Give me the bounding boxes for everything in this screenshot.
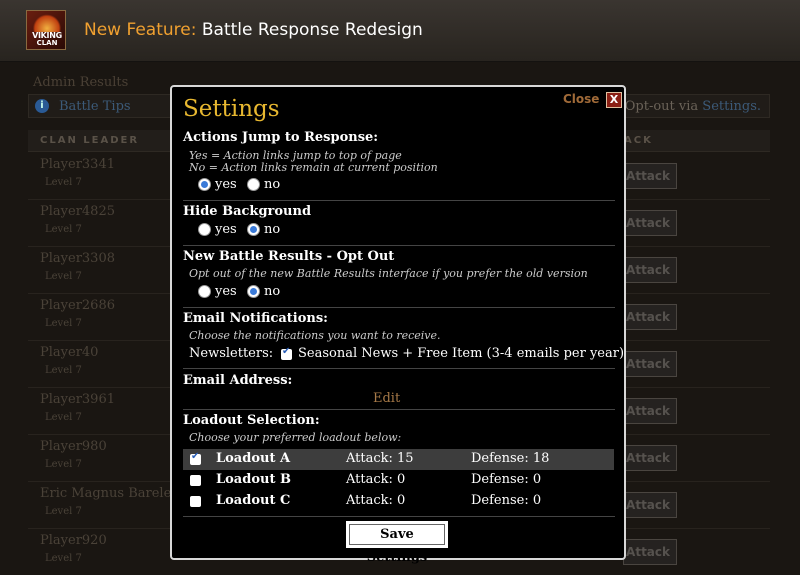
loadout-selection-title: Loadout Selection: [183, 413, 320, 428]
page-title: New Feature: Battle Response Redesign [84, 20, 423, 40]
actions-jump-yes-label: yes [215, 177, 237, 192]
player-name[interactable]: Player4825 [40, 204, 115, 219]
opt-out-no-radio[interactable] [247, 285, 260, 298]
attack-button[interactable]: Attack [623, 398, 677, 424]
divider [183, 307, 615, 308]
player-level: Level 7 [45, 412, 82, 423]
actions-jump-no-label: no [264, 177, 281, 192]
player-name[interactable]: Player40 [40, 345, 98, 360]
new-feature-label: New Feature: [84, 20, 197, 40]
hide-background-no-radio[interactable] [247, 223, 260, 236]
player-name[interactable]: Eric Magnus Barele [40, 486, 171, 501]
loadout-name: Loadout A [216, 451, 291, 466]
settings-link[interactable]: Settings. [702, 99, 761, 114]
flame-icon [33, 14, 61, 32]
divider [183, 245, 615, 246]
loadout-checkbox[interactable] [190, 496, 201, 507]
player-name[interactable]: Player3308 [40, 251, 115, 266]
save-settings-button[interactable]: Save Settings [346, 521, 448, 565]
attack-button[interactable]: Attack [623, 539, 677, 565]
loadout-name: Loadout C [216, 493, 291, 508]
email-notifications-title: Email Notifications: [183, 311, 328, 326]
newsletters-option-label: Seasonal News + Free Item (3-4 emails pe… [298, 346, 625, 361]
attack-button[interactable]: Attack [623, 210, 677, 236]
player-name[interactable]: Player920 [40, 533, 107, 548]
loadout-defense: Defense: 18 [471, 451, 550, 466]
attack-button[interactable]: Attack [623, 163, 677, 189]
divider [183, 516, 615, 517]
info-icon: i [35, 99, 49, 113]
hide-background-yes-label: yes [215, 222, 237, 237]
opt-out-yes-label: yes [215, 284, 237, 299]
loadout-attack: Attack: 0 [346, 472, 406, 487]
email-edit-link[interactable]: Edit [373, 391, 400, 406]
email-address-title: Email Address: [183, 373, 293, 388]
newsletters-label: Newsletters: [189, 346, 274, 361]
modal-title: Settings [183, 96, 280, 122]
player-level: Level 7 [45, 365, 82, 376]
loadout-selection-desc: Choose your preferred loadout below: [189, 431, 402, 444]
hide-background-title: Hide Background [183, 204, 312, 219]
attack-button[interactable]: Attack [623, 257, 677, 283]
player-level: Level 7 [45, 318, 82, 329]
loadout-defense: Defense: 0 [471, 472, 542, 487]
player-level: Level 7 [45, 459, 82, 470]
player-level: Level 7 [45, 224, 82, 235]
hide-background-yes-radio[interactable] [198, 223, 211, 236]
player-level: Level 7 [45, 271, 82, 282]
opt-out-no-label: no [264, 284, 281, 299]
admin-results-heading: Admin Results [33, 75, 129, 90]
opt-out-yes-radio[interactable] [198, 285, 211, 298]
loadout-row[interactable]: Loadout C Attack: 0 Defense: 0 [183, 491, 614, 512]
opt-out-title: New Battle Results - Opt Out [183, 249, 395, 264]
player-name[interactable]: Player2686 [40, 298, 115, 313]
actions-jump-desc-no: No = Action links remain at current posi… [189, 161, 438, 174]
loadout-attack: Attack: 15 [346, 451, 414, 466]
feature-title: Battle Response Redesign [201, 20, 423, 40]
newsletters-checkbox[interactable] [281, 346, 292, 360]
loadout-defense: Defense: 0 [471, 493, 542, 508]
attack-button[interactable]: Attack [623, 492, 677, 518]
player-name[interactable]: Player3341 [40, 157, 115, 172]
actions-jump-yes-radio[interactable] [198, 178, 211, 191]
logo-text-line2: CLAN [36, 39, 58, 47]
loadout-row[interactable]: Loadout A Attack: 15 Defense: 18 [183, 449, 614, 470]
player-level: Level 7 [45, 553, 82, 564]
close-icon[interactable]: X [606, 92, 622, 108]
settings-modal: Settings Close X Actions Jump to Respons… [170, 85, 626, 565]
close-link[interactable]: Close [563, 92, 599, 106]
divider [183, 409, 615, 410]
divider [183, 200, 615, 201]
loadout-checkbox[interactable] [190, 475, 201, 486]
email-notifications-desc: Choose the notifications you want to rec… [189, 329, 441, 342]
opt-out-note: Opt-out via Settings. [625, 99, 761, 114]
actions-jump-title: Actions Jump to Response: [183, 130, 379, 145]
loadout-name: Loadout B [216, 472, 291, 487]
column-header-attack: ACK [624, 135, 653, 146]
opt-out-text: Opt-out via [624, 99, 699, 114]
viking-clan-logo: VIKING CLAN [26, 10, 66, 50]
attack-button[interactable]: Attack [623, 445, 677, 471]
loadout-attack: Attack: 0 [346, 493, 406, 508]
battle-tips-link[interactable]: Battle Tips [59, 99, 131, 114]
loadout-checkbox[interactable] [190, 451, 201, 465]
player-name[interactable]: Player980 [40, 439, 107, 454]
attack-button[interactable]: Attack [623, 304, 677, 330]
top-header: VIKING CLAN New Feature: Battle Response… [0, 0, 800, 62]
opt-out-desc: Opt out of the new Battle Results interf… [189, 267, 588, 280]
player-level: Level 7 [45, 506, 82, 517]
player-level: Level 7 [45, 177, 82, 188]
player-name[interactable]: Player3961 [40, 392, 115, 407]
column-header-clan-leader: CLAN LEADER [40, 135, 140, 146]
divider [183, 368, 615, 369]
attack-button[interactable]: Attack [623, 351, 677, 377]
loadout-row[interactable]: Loadout B Attack: 0 Defense: 0 [183, 470, 614, 491]
hide-background-no-label: no [264, 222, 281, 237]
actions-jump-no-radio[interactable] [247, 178, 260, 191]
